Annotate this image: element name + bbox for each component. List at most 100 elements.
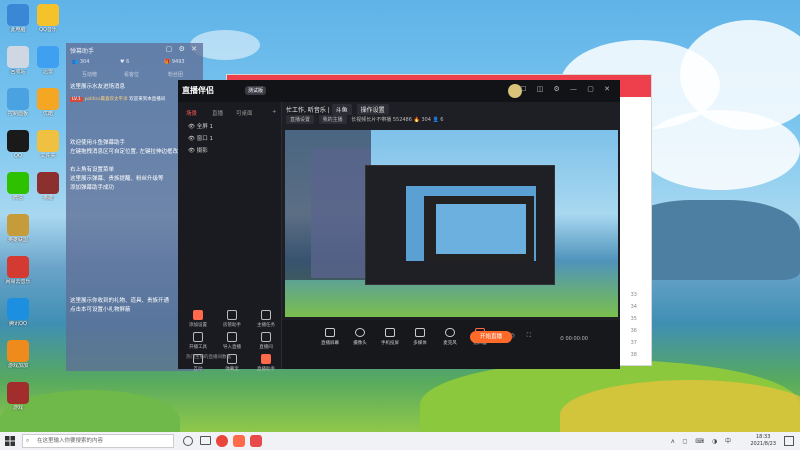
tool-button[interactable]: 开播工具 <box>180 332 216 350</box>
chrome-icon[interactable] <box>216 435 228 447</box>
tool-icon <box>193 332 203 342</box>
app-icon <box>7 256 29 278</box>
app-icon <box>37 4 59 26</box>
tool-label: 直播助手 <box>257 367 275 372</box>
red-app-taskbar-icon[interactable] <box>250 435 262 447</box>
task-view-icon[interactable] <box>200 436 211 445</box>
desktop-icon[interactable]: 腾讯QQ <box>0 298 38 327</box>
livestream-companion-window[interactable]: 直播伴侣 测试版 ☐ ◫ ⚙ — ▢ ✕ 场景 直播 可桌面 + 👁 全屏 1 … <box>178 80 620 372</box>
scene-item[interactable]: 👁 全屏 1 <box>188 122 213 130</box>
tool-button[interactable]: 主播任务 <box>248 310 284 328</box>
nested-app-window <box>365 165 555 285</box>
platform-pill[interactable]: 斗鱼 <box>331 104 352 115</box>
desktop-icon[interactable]: 优酷 <box>28 88 68 117</box>
tab-desktop[interactable]: 可桌面 <box>236 109 253 117</box>
stream-preview[interactable] <box>285 130 618 317</box>
tool-button[interactable]: 直播间 <box>248 332 284 350</box>
stream-title[interactable]: 忙工作, 听音乐 | <box>286 107 330 114</box>
desktop-icon[interactable]: 文件夹 <box>28 130 68 159</box>
window-controls[interactable]: ☐ ◫ ⚙ — ▢ ✕ <box>520 85 614 93</box>
desktop-icon-label: 英雄联盟 <box>7 237 28 243</box>
tab-viewers[interactable]: 看客位 <box>124 71 139 78</box>
tool-icon <box>261 354 271 364</box>
app-icon <box>7 4 29 26</box>
live-timer: ⏱ 00:00:00 <box>560 336 588 342</box>
desktop-icon[interactable]: 英雄联盟 <box>0 214 38 243</box>
desktop-icon-label: 英雄 <box>42 195 53 201</box>
system-tray[interactable]: ʌ ◻ ⌨ ◑ 中 <box>671 436 734 445</box>
taskbar-search-box[interactable]: ⌕ 在这里输入你要搜索的内容 <box>22 434 174 448</box>
desktop-icon-label: 网易云音乐 <box>5 279 31 285</box>
desktop-icon[interactable]: QQ音乐 <box>28 4 68 33</box>
app-icon <box>37 46 59 68</box>
app-icon <box>7 214 29 236</box>
tool-icon <box>261 332 271 342</box>
desktop-icon-label: 优酷 <box>42 111 53 117</box>
tool-label: 导入直播 <box>223 345 241 350</box>
microphone-button[interactable]: 麦克风 <box>436 328 464 346</box>
tab-fan-club[interactable]: 粉丝团 <box>168 71 183 78</box>
tab-scene[interactable]: 场景 <box>186 109 197 117</box>
phone-cast-button[interactable]: 手机投屏 <box>376 328 404 346</box>
taskbar: ⌕ 在这里输入你要搜索的内容 ʌ ◻ ⌨ ◑ 中 18:33 2021/8/23 <box>0 432 800 450</box>
scene-sidebar: 场景 直播 可桌面 + 👁 全屏 1 👁 窗口 1 👁 摄影 添加设置 房管助手 主… <box>178 102 284 372</box>
taskbar-clock[interactable]: 18:33 2021/8/23 <box>750 434 776 448</box>
scene-item[interactable]: 👁 摄影 <box>188 146 208 154</box>
app-icon <box>7 298 29 320</box>
control-bar: 直播屏幕 摄像头 手机投屏 多媒体 麦克风 扬声器 ▭ ◎ ⛶ ⏱ 00:00:… <box>186 320 620 369</box>
tool-label: 弹幕宝 <box>225 367 239 372</box>
start-live-button[interactable]: 开始直播 <box>470 331 512 343</box>
list-item: 38 <box>630 352 637 358</box>
assistant-window-buttons[interactable]: ▢ ⚙ ✕ <box>166 45 199 53</box>
list-item: 37 <box>630 340 637 346</box>
desktop-icon-label: 游戏加加 <box>7 363 28 369</box>
tool-icon <box>193 310 203 320</box>
desktop-icon[interactable]: 网易云音乐 <box>0 256 38 285</box>
tool-label: 添加设置 <box>189 323 207 328</box>
room-id: 552486 <box>392 117 412 123</box>
desktop-icon[interactable]: 迅雷 <box>28 46 68 75</box>
nested-assistant <box>311 148 371 278</box>
screen-capture-button[interactable]: 直播屏幕 <box>316 328 344 346</box>
stream-category: 长视频长片不带播 <box>351 117 392 123</box>
stream-settings-pill[interactable]: 直播设置 <box>286 115 315 124</box>
clock-time: 18:33 <box>755 434 771 440</box>
app-icon <box>7 382 29 404</box>
tool-button[interactable]: 添加设置 <box>180 310 216 328</box>
scene-item[interactable]: 👁 窗口 1 <box>188 134 213 142</box>
tool-label: 主播任务 <box>257 323 275 328</box>
windows-start-icon[interactable] <box>5 436 15 446</box>
tool-label: 直播间 <box>259 345 273 350</box>
livestream-app-taskbar-icon[interactable] <box>233 435 245 447</box>
desktop-icon-label: 游戏 <box>12 405 23 411</box>
gift-count: 🎁 9493 <box>164 59 185 65</box>
desktop-icon[interactable]: 英雄 <box>28 172 68 201</box>
notification-icon[interactable] <box>784 436 794 446</box>
tool-button[interactable]: 直播助手 <box>248 354 284 372</box>
list-item: 35 <box>630 316 637 322</box>
camera-button[interactable]: 摄像头 <box>346 328 374 346</box>
app-titlebar[interactable]: 直播伴侣 测试版 ☐ ◫ ⚙ — ▢ ✕ <box>178 80 620 102</box>
fans-count: ♥ 6 <box>120 59 130 65</box>
app-icon <box>7 46 29 68</box>
tab-live[interactable]: 直播 <box>212 109 223 117</box>
tool-label: 互动 <box>193 367 203 372</box>
add-scene-button[interactable]: + <box>272 109 277 115</box>
media-button[interactable]: 多媒体 <box>406 328 434 346</box>
desktop-icon[interactable]: 游戏加加 <box>0 340 38 369</box>
tool-button[interactable]: 导入直播 <box>214 332 250 350</box>
settings-pill[interactable]: 操作设置 <box>356 104 389 115</box>
search-icon: ⌕ <box>26 438 30 444</box>
status-text: 热门主播的直播间数据 <box>186 355 231 360</box>
app-logo: 直播伴侣 <box>182 86 214 95</box>
tool-button[interactable]: 房管助手 <box>214 310 250 328</box>
entry-username: politics最喜欢太平洋 <box>84 97 128 102</box>
level-badge: LV.1 <box>70 97 83 102</box>
streamer-pill[interactable]: 我的主播 <box>318 115 347 124</box>
desktop-icon[interactable]: 游戏 <box>0 382 38 411</box>
tab-interaction-rank[interactable]: 互动榜 <box>82 71 97 78</box>
cortana-icon[interactable] <box>183 436 193 446</box>
heat-count: 304 <box>421 117 431 123</box>
app-icon <box>7 340 29 362</box>
desktop-icon-label: 迅雷 <box>42 69 53 75</box>
